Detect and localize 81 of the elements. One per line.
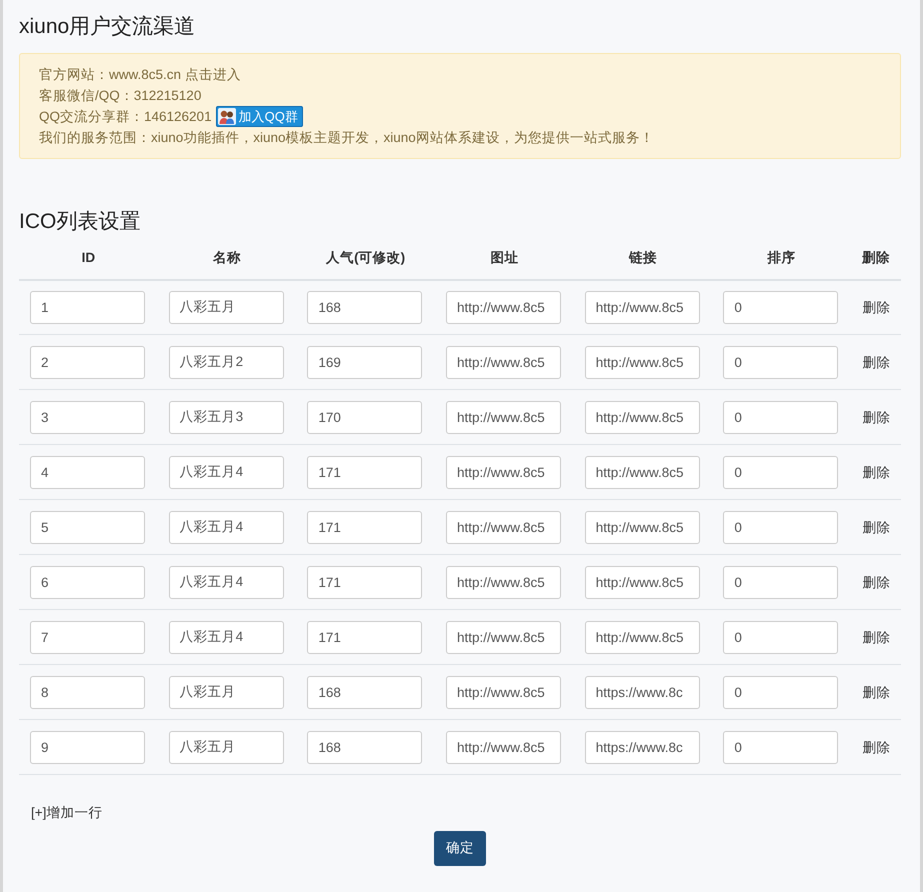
delete-link[interactable]: 删除 [862, 630, 891, 644]
input-field[interactable]: 八彩五月4 [168, 620, 284, 654]
input-field[interactable]: 4 [30, 456, 145, 489]
column-header: 排序 [712, 244, 852, 280]
notice-text: QQ交流分享群：146126201 [39, 108, 212, 126]
input-field[interactable]: http://www.8c5 [446, 620, 562, 654]
input-field[interactable]: http://www.8c5 [446, 730, 562, 764]
page-title: xiuno用户交流渠道 [19, 14, 196, 40]
input-field[interactable]: 0 [723, 620, 838, 654]
delete-link[interactable]: 删除 [862, 300, 891, 315]
confirm-button[interactable]: 确定 [434, 831, 486, 866]
people-icon [218, 108, 236, 126]
input-field[interactable]: http://www.8c5 [584, 566, 700, 599]
input-field[interactable]: http://www.8c5 [584, 290, 700, 324]
input-field[interactable]: 171 [307, 566, 422, 599]
input-field[interactable]: 9 [30, 730, 145, 764]
input-field[interactable]: 0 [723, 400, 838, 434]
input-field[interactable]: 8 [30, 676, 145, 709]
input-field[interactable]: 170 [307, 400, 422, 434]
input-field[interactable]: http://www.8c5 [584, 620, 700, 654]
input-field[interactable]: http://www.8c5 [584, 346, 700, 379]
input-field[interactable]: 八彩五月 [168, 676, 284, 709]
input-field[interactable]: http://www.8c5 [446, 456, 562, 489]
notice-text: 我们的服务范围：xiuno功能插件，xiuno模板主题开发，xiuno网站体系建设，为您提供一站式服务！ [39, 129, 654, 148]
input-field[interactable]: 八彩五月3 [168, 400, 284, 434]
input-field[interactable]: http://www.8c5 [446, 566, 562, 599]
input-field[interactable]: http://www.8c5 [446, 346, 562, 379]
column-header: 图址 [435, 244, 574, 280]
input-field[interactable]: http://www.8c5 [584, 400, 700, 434]
input-field[interactable]: 171 [307, 510, 422, 544]
input-field[interactable]: 3 [30, 400, 145, 434]
input-field[interactable]: http://www.8c5 [446, 290, 562, 324]
input-field[interactable]: http://www.8c5 [446, 676, 562, 709]
delete-link[interactable]: 删除 [862, 410, 891, 424]
input-field[interactable]: http://www.8c5 [584, 456, 700, 489]
delete-link[interactable]: 删除 [862, 354, 891, 370]
input-field[interactable]: 八彩五月 [168, 290, 284, 324]
input-field[interactable]: http://www.8c5 [584, 510, 700, 544]
input-field[interactable]: 0 [723, 346, 838, 379]
input-field[interactable]: 171 [307, 456, 422, 489]
input-field[interactable]: http://www.8c5 [446, 510, 562, 544]
input-field[interactable]: 0 [723, 730, 838, 764]
column-header: 人气(可修改) [296, 244, 436, 280]
input-field[interactable]: 0 [723, 676, 838, 709]
site-link[interactable]: www.8c5.cn 点击进入 [109, 64, 241, 86]
input-field[interactable]: 0 [723, 290, 838, 324]
column-header: ID [19, 244, 158, 280]
add-row-link[interactable]: [+]增加一行 [31, 803, 102, 824]
input-field[interactable]: 168 [307, 730, 422, 764]
input-field[interactable]: https://www.8c [584, 730, 700, 764]
input-field[interactable]: 0 [723, 456, 838, 489]
delete-link[interactable]: 删除 [862, 740, 891, 754]
delete-link[interactable]: 删除 [862, 684, 891, 700]
input-field[interactable]: 168 [307, 676, 422, 709]
input-field[interactable]: 0 [723, 566, 838, 599]
input-field[interactable]: 八彩五月 [168, 730, 284, 764]
column-header: 删除 [851, 244, 901, 280]
delete-link[interactable]: 删除 [862, 520, 891, 534]
input-field[interactable]: http://www.8c5 [446, 400, 562, 434]
delete-link[interactable]: 删除 [862, 574, 891, 590]
input-field[interactable]: 7 [30, 620, 145, 654]
column-header: 链接 [574, 244, 712, 280]
column-header: 名称 [158, 244, 296, 280]
notice-text: 官方网站： [39, 66, 109, 84]
notice-text: 客服微信/QQ：312215120 [39, 87, 202, 106]
input-field[interactable]: 171 [307, 620, 422, 654]
input-field[interactable]: 6 [30, 566, 145, 599]
input-field[interactable]: 八彩五月4 [168, 510, 284, 544]
input-field[interactable]: 5 [30, 510, 145, 544]
input-field[interactable]: 2 [30, 346, 145, 379]
input-field[interactable]: https://www.8c [584, 676, 700, 709]
input-field[interactable]: 八彩五月4 [168, 566, 284, 599]
input-field[interactable]: 169 [307, 346, 422, 379]
input-field[interactable]: 八彩五月4 [168, 456, 284, 489]
input-field[interactable]: 0 [723, 510, 838, 544]
input-field[interactable]: 168 [307, 290, 422, 324]
delete-link[interactable]: 删除 [862, 464, 891, 480]
input-field[interactable]: 1 [30, 290, 145, 324]
input-field[interactable]: 八彩五月2 [168, 346, 284, 379]
join-group-button[interactable]: 加入QQ群 [216, 106, 303, 128]
section-title: ICO列表设置 [19, 209, 142, 234]
